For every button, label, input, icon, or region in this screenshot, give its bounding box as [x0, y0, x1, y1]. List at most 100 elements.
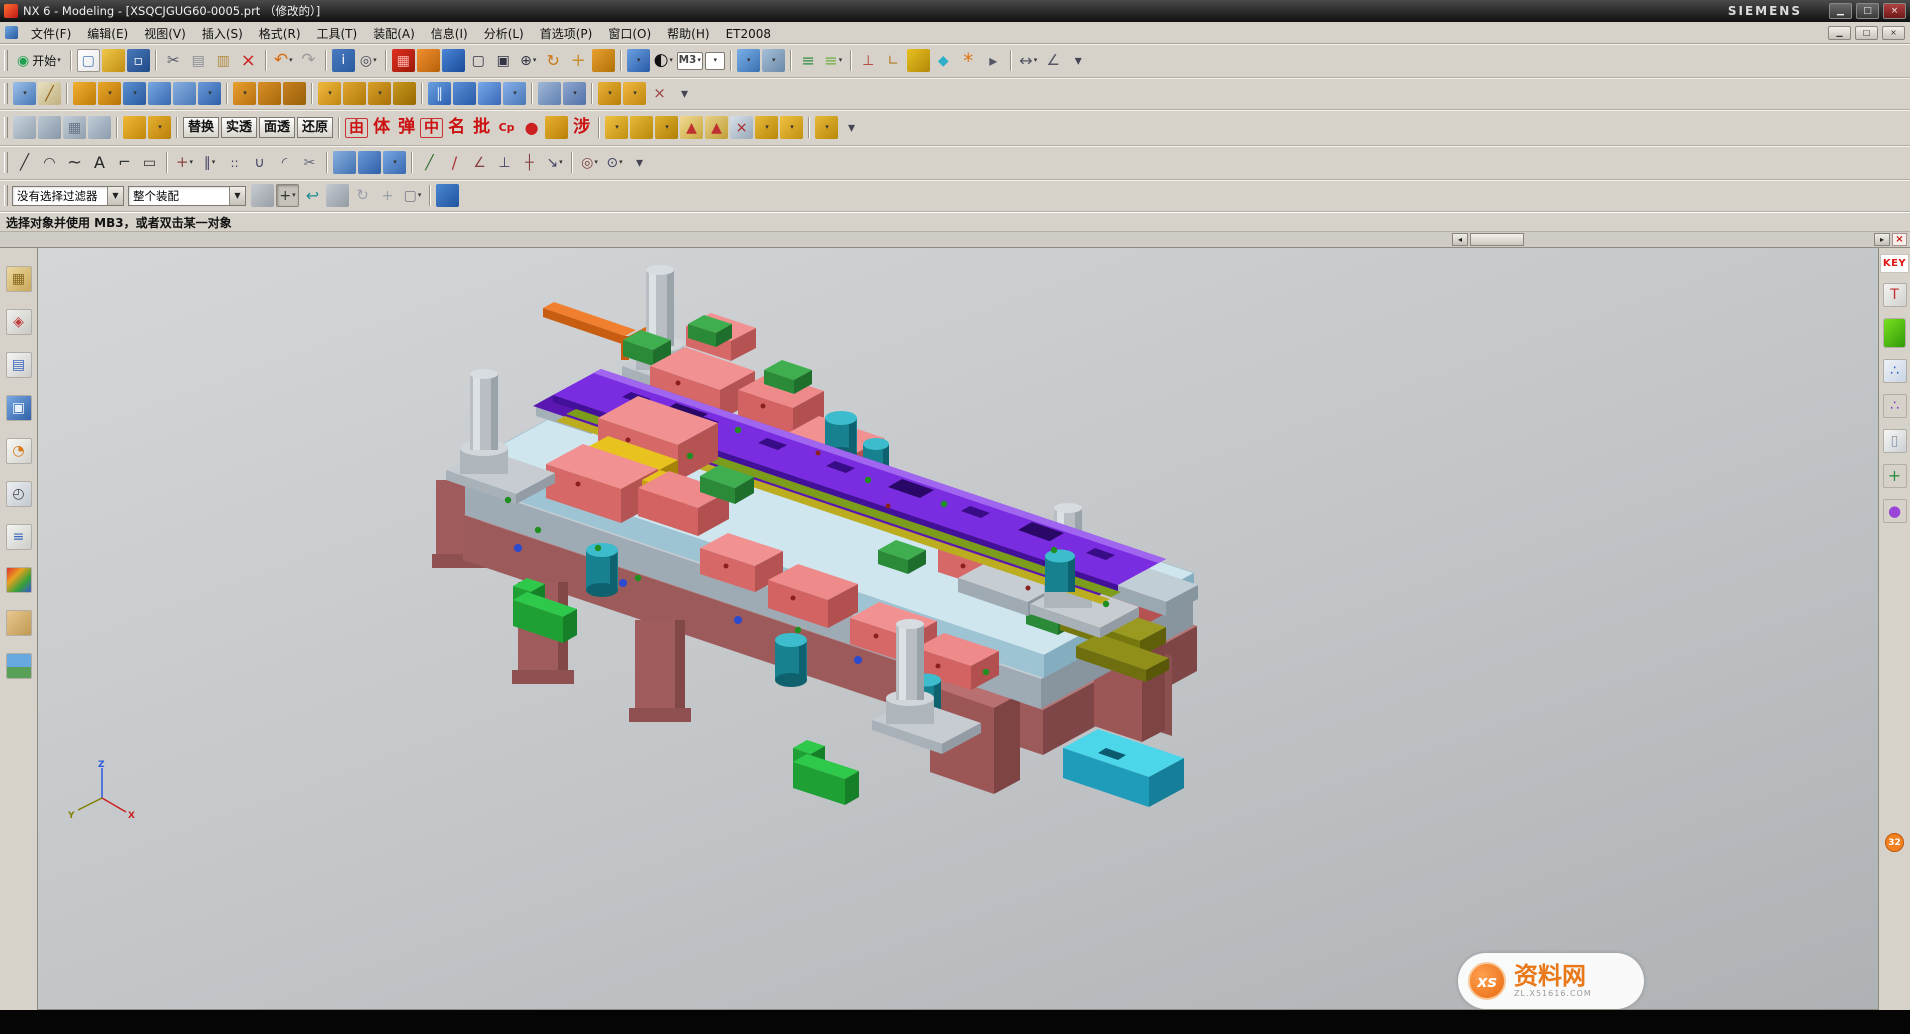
scroll-right-arrow[interactable]: ▸ [1874, 233, 1890, 246]
intersect-curve-icon[interactable] [358, 151, 381, 174]
selection-filter-dropdown[interactable]: 没有选择过滤器 ▼ [12, 186, 124, 206]
menu-item-12[interactable]: 帮助(H) [659, 25, 717, 43]
move-component-icon[interactable] [630, 116, 653, 139]
selection-ball-icon[interactable]: +▾ [276, 184, 299, 207]
swept-icon[interactable] [453, 82, 476, 105]
layer-settings-icon[interactable]: ≡ [797, 49, 820, 72]
wave-linker-icon[interactable]: × [730, 116, 753, 139]
replace-button[interactable]: 替换 [183, 117, 219, 138]
feature-close-icon[interactable]: × [648, 82, 671, 105]
chamfer-icon[interactable] [343, 82, 366, 105]
select-cursor-icon[interactable]: ▸ [982, 49, 1005, 72]
battery-icon[interactable] [1883, 318, 1906, 348]
m3-style-selector[interactable]: M3▾ [677, 52, 703, 70]
shell-icon[interactable] [393, 82, 416, 105]
menu-item-4[interactable]: 插入(S) [194, 25, 251, 43]
touch-grid-icon[interactable]: ▦ [392, 49, 415, 72]
menu-item-6[interactable]: 工具(T) [309, 25, 366, 43]
assembly-sequence-icon[interactable]: ▾ [780, 116, 803, 139]
circle-icon[interactable]: ◎▾ [578, 151, 601, 174]
macro-cp-button[interactable]: Cp [495, 116, 518, 139]
macro-you-button[interactable]: 由 [345, 118, 368, 138]
toolbar-options-icon[interactable]: ▾ [1067, 49, 1090, 72]
line-icon[interactable]: ╱ [13, 151, 36, 174]
quick-trim-icon[interactable]: / [443, 151, 466, 174]
revolve-icon[interactable]: ▾ [98, 82, 121, 105]
measure-angle-icon[interactable]: ∠ [1042, 49, 1065, 72]
display-mode-icon[interactable]: ◐▾ [652, 49, 675, 72]
test-tube-icon[interactable]: ▯ [1883, 429, 1907, 453]
show-hide-icon[interactable]: ▾ [737, 49, 760, 72]
flag-icon-2[interactable]: ▲ [705, 116, 728, 139]
surface-tool-icon[interactable]: ▾ [148, 116, 171, 139]
molecule-icon[interactable]: ∴ [1883, 394, 1907, 418]
window-maximize-button[interactable]: □ [1856, 3, 1879, 19]
background-selector[interactable]: ▾ [705, 52, 725, 70]
sketch-line-icon[interactable]: ╱ [418, 151, 441, 174]
scrollbar-thumb[interactable] [1470, 233, 1524, 246]
plus-tool-icon[interactable]: + [1883, 464, 1907, 488]
ellipse-icon[interactable]: ⊙▾ [603, 151, 626, 174]
mirror-feature-icon[interactable]: ▾ [563, 82, 586, 105]
intersect-icon[interactable] [283, 82, 306, 105]
subtract-icon[interactable] [258, 82, 281, 105]
blend-icon[interactable]: ▾ [318, 82, 341, 105]
arc-icon[interactable]: ◠ [38, 151, 61, 174]
window-minimize-button[interactable]: ▁ [1829, 3, 1852, 19]
mirror-assembly-icon[interactable]: ▾ [815, 116, 838, 139]
macro-ti-button[interactable]: 体 [370, 116, 393, 139]
roles-icon[interactable] [6, 610, 32, 636]
hole-icon[interactable] [148, 82, 171, 105]
spectrum-icon[interactable] [6, 567, 32, 593]
open-icon[interactable] [102, 49, 125, 72]
interpart-link-icon[interactable] [251, 184, 274, 207]
tangent-icon[interactable]: ↘▾ [543, 151, 566, 174]
toolbar-drag-handle[interactable] [4, 117, 8, 138]
text-note-icon[interactable]: T [1883, 283, 1907, 307]
block-icon[interactable]: ▾ [123, 82, 146, 105]
selection-scope-dropdown[interactable]: 整个装配 ▼ [128, 186, 246, 206]
pocket-icon[interactable]: ▾ [198, 82, 221, 105]
sync-modeling-icon[interactable]: ▾ [623, 82, 646, 105]
find-icon[interactable]: ◎▾ [357, 49, 380, 72]
menu-item-11[interactable]: 窗口(O) [600, 25, 659, 43]
perpendicular-icon[interactable]: ⊥ [493, 151, 516, 174]
face-translucent-button[interactable]: 面透 [259, 117, 295, 138]
section-curve-icon[interactable]: ▾ [383, 151, 406, 174]
diamond-icon[interactable]: ◆ [932, 49, 955, 72]
toolbar-drag-handle[interactable] [4, 185, 8, 206]
menu-item-2[interactable]: 编辑(E) [79, 25, 136, 43]
face-analysis-icon[interactable] [13, 116, 36, 139]
orange-cube-icon[interactable] [417, 49, 440, 72]
toolbar-options-icon-2[interactable]: ▾ [673, 82, 696, 105]
face-edit-icon[interactable] [123, 116, 146, 139]
fit-view-icon[interactable]: ▣ [492, 49, 515, 72]
menu-item-9[interactable]: 分析(L) [476, 25, 532, 43]
rotate-point-icon[interactable]: ↻ [351, 184, 374, 207]
pattern-feature-icon[interactable] [538, 82, 561, 105]
info-icon[interactable]: i [332, 49, 355, 72]
wcs-dynamics-icon[interactable]: ⊥ [857, 49, 880, 72]
sphere-set-icon[interactable]: ∴ [1883, 359, 1907, 383]
zoom-window-icon[interactable]: ▢ [467, 49, 490, 72]
curvature-analysis-icon[interactable] [88, 116, 111, 139]
horizontal-scrollbar[interactable]: ◂ ▸ × [0, 232, 1910, 248]
n-sided-icon[interactable]: ▾ [503, 82, 526, 105]
macro-she-button[interactable]: 涉 [570, 116, 593, 139]
sketch-icon[interactable]: ╱ [38, 82, 61, 105]
profile-icon[interactable]: ⌐ [113, 151, 136, 174]
fillet-icon[interactable]: ◜ [273, 151, 296, 174]
system-materials-icon[interactable]: ≡ [6, 524, 32, 550]
toolbar-drag-handle[interactable] [4, 83, 8, 104]
macro-tan-button[interactable]: 弹 [395, 116, 418, 139]
bridge-curve-icon[interactable]: ∪ [248, 151, 271, 174]
marquee-select-icon[interactable]: ▢▾ [401, 184, 424, 207]
layer-category-icon[interactable]: ≡▾ [822, 49, 845, 72]
spline-icon[interactable]: ~ [63, 151, 86, 174]
menu-item-3[interactable]: 视图(V) [136, 25, 194, 43]
text-icon[interactable]: A [88, 151, 111, 174]
reflection-analysis-icon[interactable] [38, 116, 61, 139]
menu-item-7[interactable]: 装配(A) [365, 25, 423, 43]
zoom-icon[interactable]: ⊕▾ [517, 49, 540, 72]
graphics-window[interactable]: Z X Y xs 资料网 ZL.X51616.COM [38, 248, 1878, 1010]
